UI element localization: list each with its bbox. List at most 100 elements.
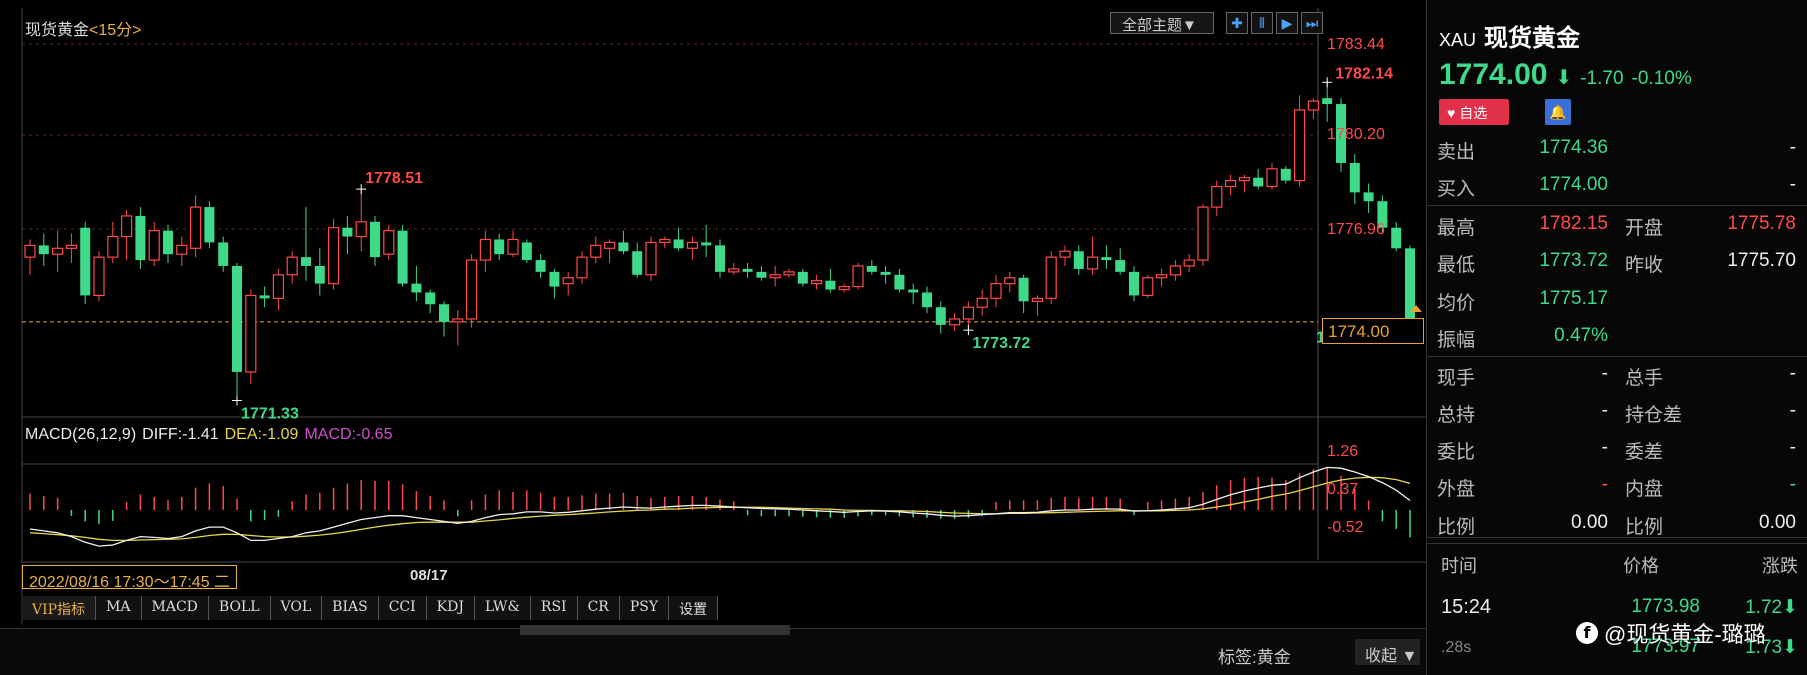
trades-header-change: 涨跌	[1762, 556, 1798, 576]
quote-row-value-2: 1775.78	[1727, 213, 1796, 234]
tab-cci[interactable]: CCI	[378, 596, 427, 620]
tab-kdj[interactable]: KDJ	[426, 596, 475, 620]
quote-row-value-2: -	[1789, 474, 1796, 495]
candle-body	[439, 304, 449, 322]
quote-row-label-2: 开盘	[1625, 218, 1664, 239]
candle-body	[686, 241, 699, 249]
theme-selector-button[interactable]: 全部主题▼	[1110, 12, 1214, 34]
tab-vol[interactable]: VOL	[270, 596, 323, 620]
candle-body	[1280, 168, 1291, 181]
bar-chart-icon[interactable]: ⫴	[1251, 12, 1273, 34]
quote-row-label-2: 总手	[1625, 368, 1664, 389]
candle-body	[866, 265, 877, 272]
chart-period[interactable]: <15分>	[89, 22, 142, 39]
candle-body	[1086, 256, 1099, 270]
candle-body	[479, 238, 491, 261]
candle-body	[1031, 297, 1044, 302]
candle-body	[24, 244, 36, 258]
bell-icon[interactable]: 🔔	[1545, 99, 1571, 125]
candle-body	[990, 283, 1002, 299]
candle-body	[948, 318, 961, 326]
candle-body	[935, 307, 946, 325]
candle-body	[383, 230, 395, 255]
candle-body	[521, 242, 532, 261]
candle-body	[603, 241, 616, 249]
play-icon[interactable]: ▶	[1276, 12, 1298, 34]
quote-row-label: 外盘	[1437, 479, 1476, 500]
candle-body	[976, 297, 988, 308]
candle-body	[908, 289, 919, 293]
candle-body	[1129, 271, 1139, 296]
tab-lw[interactable]: LW&	[474, 596, 531, 620]
quote-row-label: 比例	[1437, 517, 1476, 538]
skip-icon[interactable]: ⏭	[1301, 12, 1323, 34]
collapse-button[interactable]: 收起 ▼	[1355, 639, 1420, 665]
quote-row: 最低 1773.72 昨收 1775.70	[1427, 244, 1807, 280]
macd-legend: MACD(26,12,9) DIFF:-1.41 DEA:-1.09 MACD:…	[25, 426, 392, 444]
quote-row-label: 现手	[1437, 368, 1476, 389]
candle-body	[962, 306, 975, 320]
candle-body	[135, 215, 146, 261]
macd-macd-value: MACD:-0.65	[304, 426, 393, 443]
chart-area[interactable]: 1778.511771.331773.721782.141773.91 现货黄金…	[0, 0, 1430, 675]
candle-body	[245, 294, 257, 373]
horizontal-scrollbar[interactable]	[520, 625, 790, 635]
macd-axis-label-low: -0.52	[1327, 519, 1364, 536]
tab-psy[interactable]: PSY	[619, 596, 670, 620]
candle-body	[783, 271, 795, 276]
tab-cr[interactable]: CR	[577, 596, 620, 620]
quote-row-label-2: 持仓差	[1625, 405, 1683, 426]
quote-row-label: 总持	[1437, 405, 1476, 426]
current-price-box: 1774.00	[1322, 318, 1424, 344]
candle-body	[1142, 277, 1154, 297]
candle-body	[1004, 277, 1016, 285]
tab-rsi[interactable]: RSI	[530, 596, 578, 620]
macd-dea-value: DEA:-1.09	[224, 426, 299, 443]
tab-ma[interactable]: MA	[96, 596, 142, 620]
candle-body	[742, 268, 753, 272]
candle-body	[659, 238, 671, 244]
candle-body	[218, 242, 229, 266]
candle-body	[838, 285, 850, 291]
time-axis-tick: 08/17	[410, 567, 448, 584]
candle-body	[466, 259, 478, 320]
candle-body	[286, 256, 298, 276]
trades-header-time: 时间	[1441, 556, 1477, 576]
bottom-bar: 标签:黄金 收起 ▼	[0, 625, 1426, 675]
candle-body	[1073, 251, 1084, 269]
quote-change-pct: -0.10%	[1631, 68, 1692, 89]
quote-row-label: 委比	[1437, 442, 1476, 463]
quote-row: 总持 - 持仓差 -	[1427, 394, 1807, 430]
candle-body	[51, 247, 64, 255]
quote-change: -1.70	[1580, 68, 1624, 89]
quote-row: 均价 1775.17	[1427, 282, 1807, 318]
price-axis-label-top: 1783.44	[1327, 36, 1385, 53]
candle-body	[411, 283, 422, 293]
quote-row-label: 卖出	[1437, 142, 1476, 163]
divider	[1427, 543, 1807, 544]
quote-row-value: -	[1601, 400, 1608, 421]
candle-body	[715, 245, 725, 272]
candle-body	[93, 256, 105, 297]
tab-macd[interactable]: MACD	[141, 596, 209, 620]
price-axis-label-mid: 1780.20	[1327, 126, 1385, 143]
tab-settings[interactable]: 设置	[669, 596, 719, 620]
candle-body	[1169, 265, 1182, 276]
candle-body	[80, 227, 91, 296]
candle-body	[1059, 250, 1071, 258]
candle-body	[370, 221, 380, 258]
tag-label[interactable]: 标签:黄金	[1218, 643, 1291, 668]
quote-row: 卖出 1774.36 -	[1427, 131, 1807, 167]
candle-body	[1211, 185, 1223, 208]
macd-axis-label-mid: 0.37	[1327, 481, 1359, 498]
candle-body	[1101, 257, 1112, 261]
tab-bias[interactable]: BIAS	[322, 596, 379, 620]
tab-vip[interactable]: VIP指标	[22, 596, 97, 620]
extreme-label: 1778.51	[365, 170, 423, 187]
tab-boll[interactable]: BOLL	[208, 596, 271, 620]
candle-body	[769, 274, 781, 279]
crosshair-icon[interactable]: ✚	[1226, 12, 1248, 34]
candle-body	[756, 271, 767, 278]
add-favorite-button[interactable]: ♥ 自选	[1439, 99, 1509, 125]
watermark: f @现货黄金-璐璐	[1576, 617, 1766, 649]
